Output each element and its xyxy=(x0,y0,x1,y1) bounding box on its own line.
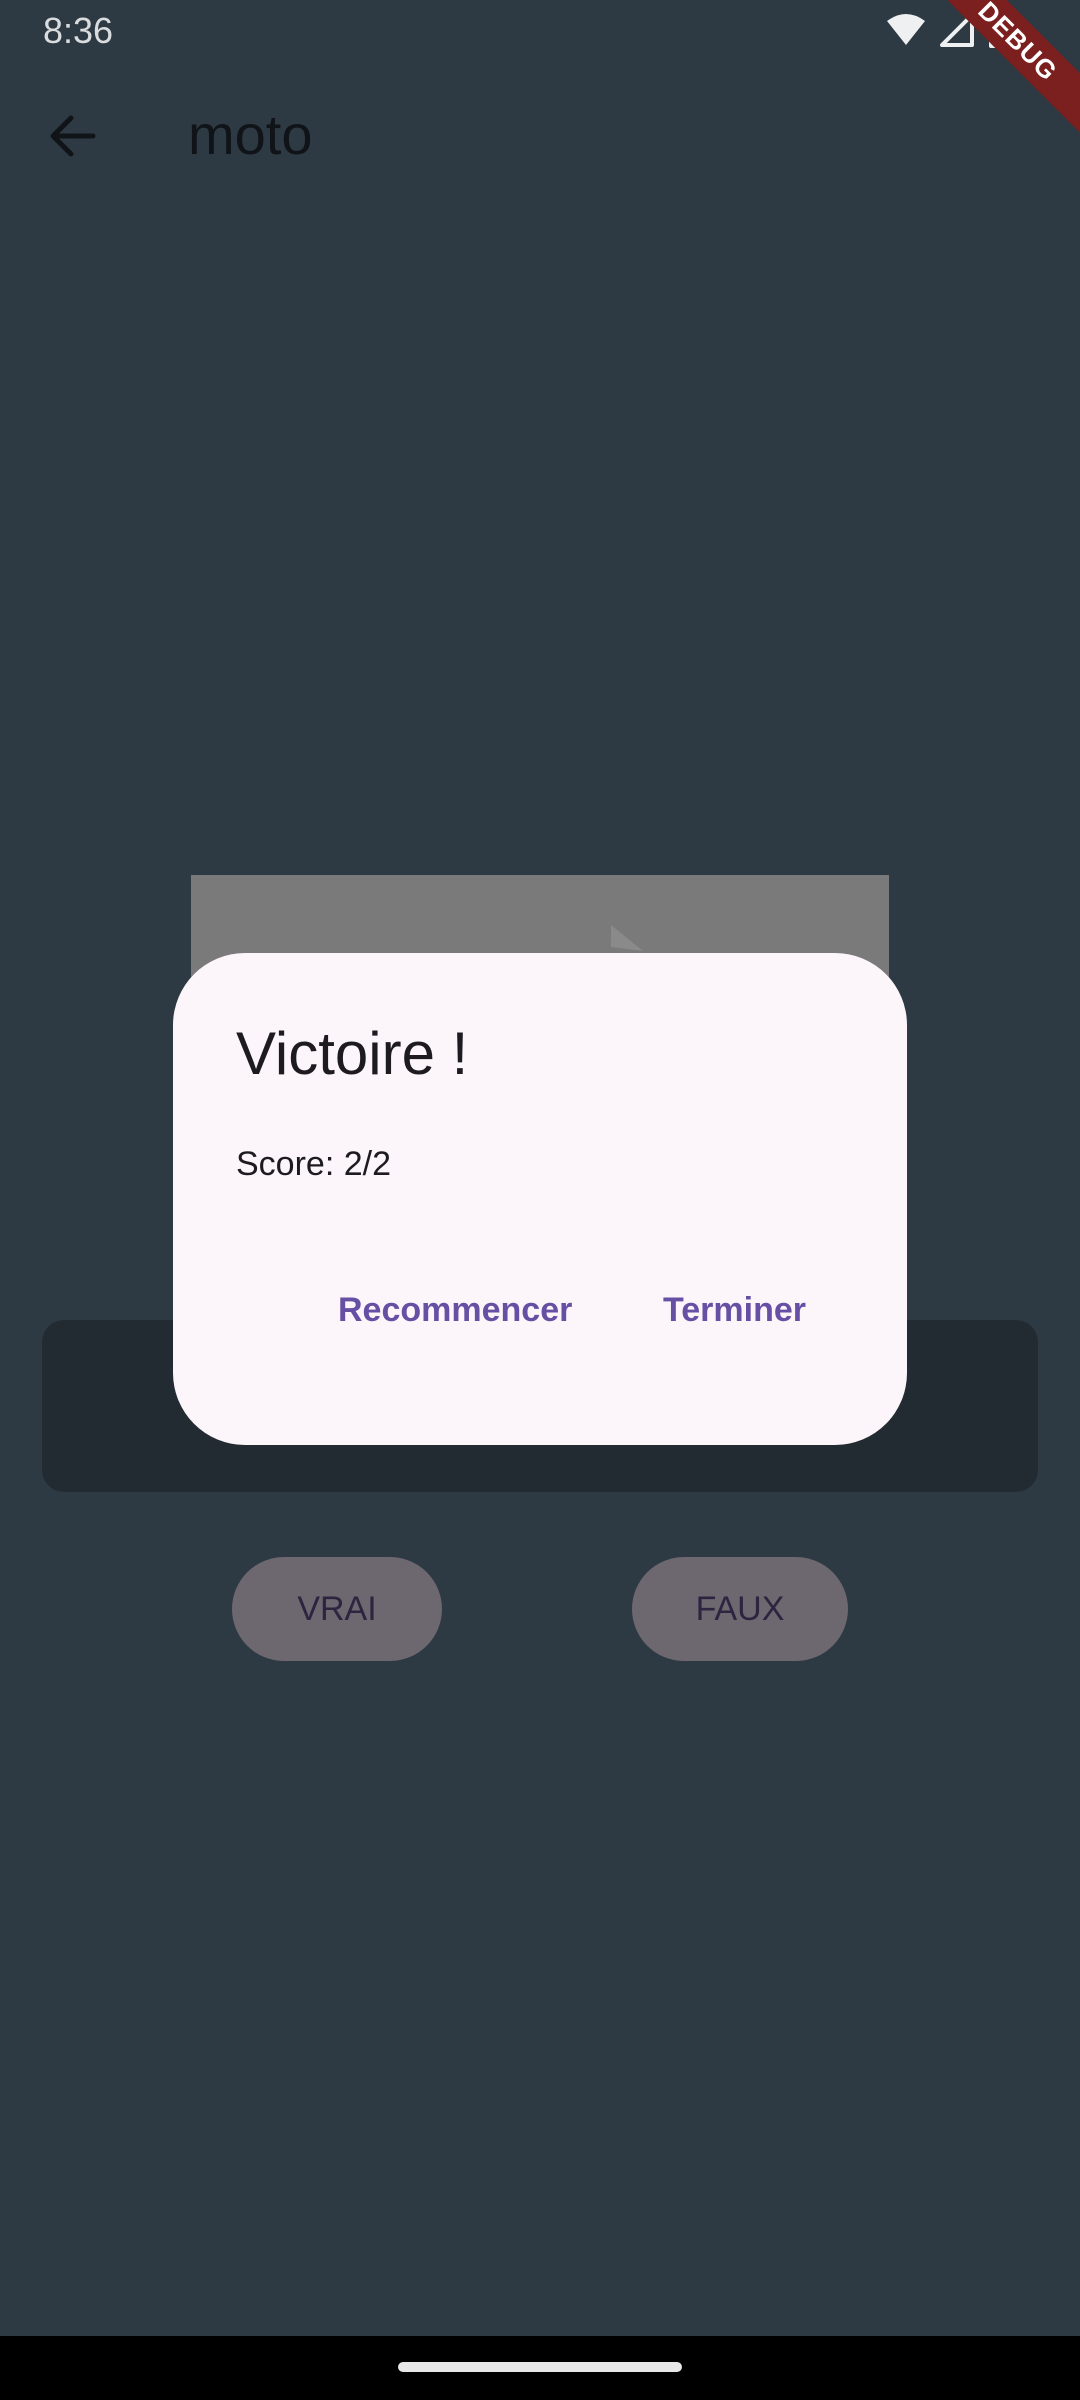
status-time: 8:36 xyxy=(43,10,114,51)
result-dialog: Victoire ! Score: 2/2 Recommencer Termin… xyxy=(173,953,907,1445)
restart-button[interactable]: Recommencer xyxy=(338,1291,572,1330)
page-title: moto xyxy=(188,103,313,166)
finish-button[interactable]: Terminer xyxy=(663,1291,806,1330)
status-bar: 8:36 DEBUG xyxy=(0,0,1080,141)
arrow-back-icon xyxy=(49,114,97,163)
app-bar: moto xyxy=(0,60,1080,210)
false-button[interactable]: FAUX xyxy=(632,1557,848,1661)
home-gesture-handle[interactable] xyxy=(398,2362,682,2372)
app-screen: 8:36 DEBUG moto VRAI FAUX Victoire ! Sco… xyxy=(0,0,1080,2400)
score-text: Score: 2/2 xyxy=(236,1145,391,1183)
system-nav-bar xyxy=(0,2336,1080,2400)
wifi-icon xyxy=(886,13,926,52)
back-button[interactable] xyxy=(38,106,108,170)
true-button[interactable]: VRAI xyxy=(232,1557,442,1661)
dialog-title: Victoire ! xyxy=(236,1020,469,1087)
